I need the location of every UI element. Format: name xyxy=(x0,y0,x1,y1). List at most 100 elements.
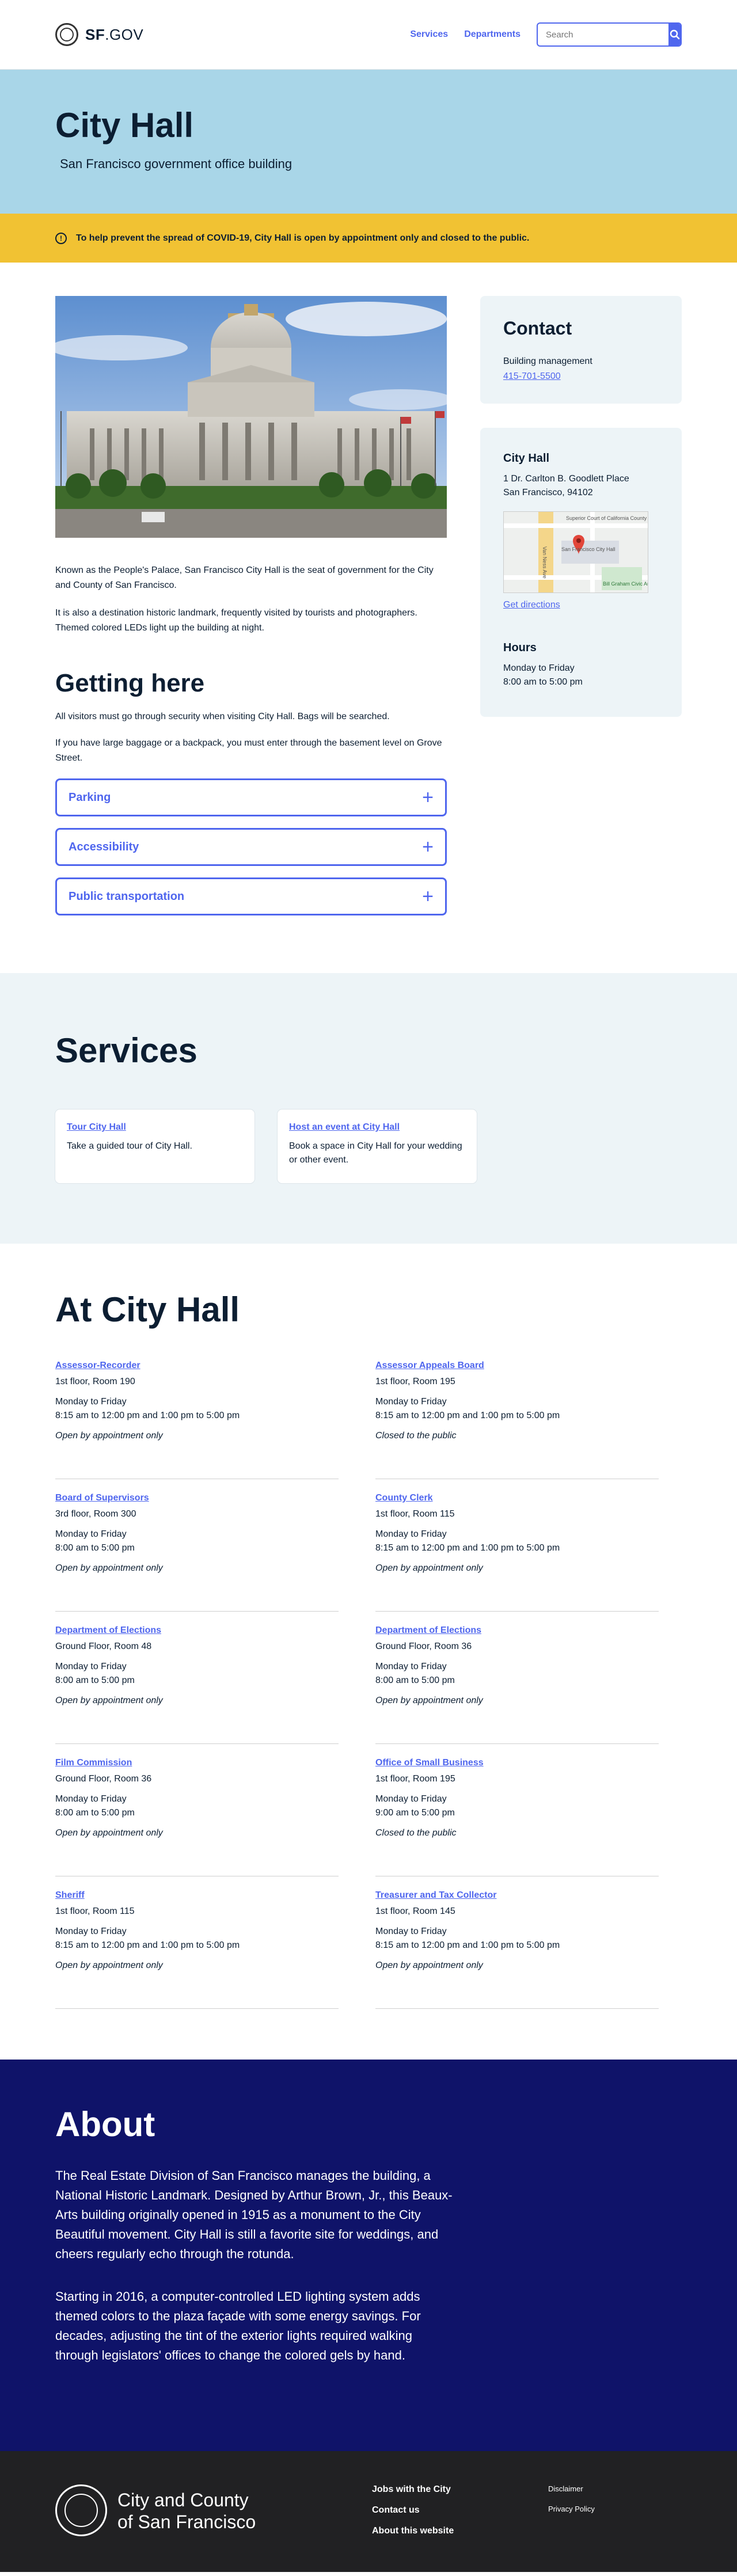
footer-logo[interactable]: City and County of San Francisco xyxy=(55,2484,372,2572)
contact-label: Building management xyxy=(503,356,592,366)
office-days: Monday to Friday xyxy=(55,1529,127,1539)
office-room: Ground Floor, Room 48 xyxy=(55,1642,152,1651)
office-link[interactable]: Film Commission xyxy=(55,1758,132,1768)
office-hours: Monday to Friday 8:00 am to 5:00 pm xyxy=(375,1660,659,1688)
city-hall-photo xyxy=(55,296,447,538)
office-time: 8:00 am to 5:00 pm xyxy=(375,1675,455,1685)
about-title: About xyxy=(55,2105,155,2144)
footer-link-contact[interactable]: Contact us xyxy=(372,2505,548,2516)
office-link[interactable]: Office of Small Business xyxy=(375,1758,484,1768)
office-status: Open by appointment only xyxy=(375,1563,483,1573)
plus-icon: + xyxy=(422,836,434,858)
office-room: 3rd floor, Room 300 xyxy=(55,1509,136,1519)
main-content: Known as the People's Palace, San Franci… xyxy=(0,263,737,973)
main-column: Known as the People's Palace, San Franci… xyxy=(55,296,447,927)
office-list: Assessor-Recorder 1st floor, Room 190 Mond… xyxy=(55,1361,682,2023)
office-link[interactable]: Department of Elections xyxy=(55,1625,161,1636)
office-days: Monday to Friday xyxy=(55,1397,127,1407)
header-nav: Services Departments xyxy=(410,22,682,47)
office-link[interactable]: County Clerk xyxy=(375,1493,433,1503)
office-time: 9:00 am to 5:00 pm xyxy=(375,1808,455,1818)
accordion: Parking + Accessibility + Public transport… xyxy=(55,778,447,915)
office-days: Monday to Friday xyxy=(375,1397,447,1407)
office-link[interactable]: Assessor Appeals Board xyxy=(375,1361,484,1371)
service-description: Take a guided tour of City Hall. xyxy=(67,1141,192,1151)
office-status: Open by appointment only xyxy=(55,1431,163,1441)
office-link[interactable]: Department of Elections xyxy=(375,1625,481,1636)
office-hours: Monday to Friday 8:15 am to 12:00 pm and … xyxy=(375,1395,659,1423)
accordion-label: Parking xyxy=(69,791,111,804)
map-label: Superior Court of California County of..… xyxy=(566,515,648,521)
service-card[interactable]: Tour City Hall Take a guided tour of Cit… xyxy=(55,1110,254,1183)
about-paragraph: The Real Estate Division of San Francisc… xyxy=(55,2168,453,2261)
office-item: Department of Elections Ground Floor, Roo… xyxy=(55,1625,339,1744)
office-room: 1st floor, Room 190 xyxy=(55,1377,135,1386)
at-city-hall-section: At City Hall Assessor-Recorder 1st floor,… xyxy=(0,1244,737,2060)
page-title: City Hall xyxy=(55,106,194,145)
office-hours: Monday to Friday 8:00 am to 5:00 pm xyxy=(55,1792,339,1820)
hours-days: Monday to Friday xyxy=(503,663,575,673)
office-days: Monday to Friday xyxy=(55,1794,127,1804)
service-link[interactable]: Tour City Hall xyxy=(67,1122,126,1132)
office-item: Film Commission Ground Floor, Room 36 Mond… xyxy=(55,1758,339,1876)
service-link[interactable]: Host an event at City Hall xyxy=(289,1122,400,1132)
covid-alert: ! To help prevent the spread of COVID-19… xyxy=(0,214,737,263)
office-time: 8:15 am to 12:00 pm and 1:00 pm to 5:00 … xyxy=(375,1940,560,1950)
phone-link[interactable]: 415-701-5500 xyxy=(503,371,561,382)
hours-title: Hours xyxy=(503,641,537,654)
service-card[interactable]: Host an event at City Hall Book a space … xyxy=(278,1110,477,1183)
office-time: 8:00 am to 5:00 pm xyxy=(55,1808,135,1818)
office-room: 1st floor, Room 195 xyxy=(375,1774,455,1784)
getting-here-section: Getting here All visitors must go throug… xyxy=(55,669,447,915)
accordion-public-transportation[interactable]: Public transportation + xyxy=(55,877,447,915)
footer-link-jobs[interactable]: Jobs with the City xyxy=(372,2484,548,2495)
office-link[interactable]: Treasurer and Tax Collector xyxy=(375,1890,496,1901)
footer-link-about[interactable]: About this website xyxy=(372,2526,548,2536)
nav-departments-link[interactable]: Departments xyxy=(464,29,521,40)
plus-icon: + xyxy=(422,886,434,907)
office-time: 8:15 am to 12:00 pm and 1:00 pm to 5:00 … xyxy=(375,1411,560,1420)
office-link[interactable]: Sheriff xyxy=(55,1890,85,1901)
office-hours: Monday to Friday 8:15 am to 12:00 pm and … xyxy=(55,1925,339,1952)
city-seal-icon xyxy=(55,2484,107,2536)
office-time: 8:00 am to 5:00 pm xyxy=(55,1675,135,1685)
office-time: 8:15 am to 12:00 pm and 1:00 pm to 5:00 … xyxy=(375,1543,560,1553)
office-status: Open by appointment only xyxy=(55,1563,163,1573)
office-link[interactable]: Board of Supervisors xyxy=(55,1493,149,1503)
location-card: City Hall 1 Dr. Carlton B. Goodlett Plac… xyxy=(480,428,682,717)
search-input[interactable] xyxy=(538,29,668,40)
accordion-label: Public transportation xyxy=(69,890,185,903)
about-section: About The Real Estate Division of San Fr… xyxy=(0,2060,737,2451)
office-hours: Monday to Friday 8:15 am to 12:00 pm and … xyxy=(375,1925,659,1952)
hours-time: 8:00 am to 5:00 pm xyxy=(503,677,583,687)
footer-name: City and County of San Francisco xyxy=(117,2489,256,2533)
office-status: Closed to the public xyxy=(375,1828,457,1838)
accordion-parking[interactable]: Parking + xyxy=(55,778,447,816)
office-link[interactable]: Assessor-Recorder xyxy=(55,1361,140,1371)
contact-title: Contact xyxy=(503,318,572,339)
search-icon xyxy=(670,29,679,40)
service-description: Book a space in City Hall for your weddi… xyxy=(289,1141,462,1165)
get-directions-link[interactable]: Get directions xyxy=(503,600,560,610)
office-status: Open by appointment only xyxy=(55,1961,163,1970)
plus-icon: + xyxy=(422,787,434,808)
accordion-accessibility[interactable]: Accessibility + xyxy=(55,828,447,866)
search-box xyxy=(537,22,682,47)
search-button[interactable] xyxy=(668,24,681,45)
location-map[interactable]: Superior Court of California County of..… xyxy=(503,511,648,593)
site-header: SF.GOV Services Departments xyxy=(0,0,737,70)
accordion-label: Accessibility xyxy=(69,840,139,853)
office-status: Open by appointment only xyxy=(375,1961,483,1970)
office-time: 8:15 am to 12:00 pm and 1:00 pm to 5:00 … xyxy=(55,1940,240,1950)
office-item: Department of Elections Ground Floor, Roo… xyxy=(375,1625,659,1744)
nav-services-link[interactable]: Services xyxy=(410,29,448,40)
about-paragraph: Starting in 2016, a computer-controlled … xyxy=(55,2289,421,2362)
footer-link-privacy[interactable]: Privacy Policy xyxy=(548,2505,595,2513)
office-status: Open by appointment only xyxy=(375,1696,483,1705)
office-status: Closed to the public xyxy=(375,1431,457,1441)
services-section: Services Tour City Hall Take a guided to… xyxy=(0,973,737,1244)
office-room: Ground Floor, Room 36 xyxy=(55,1774,152,1784)
footer-link-disclaimer[interactable]: Disclaimer xyxy=(548,2484,595,2493)
getting-here-paragraph: If you have large baggage or a backpack,… xyxy=(55,738,442,763)
sfgov-logo[interactable]: SF.GOV xyxy=(55,23,143,46)
